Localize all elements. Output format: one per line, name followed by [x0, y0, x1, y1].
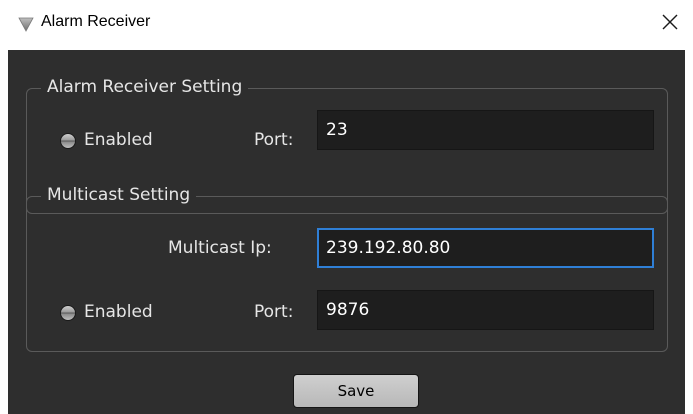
dialog-body: Alarm Receiver Setting Enabled Port: Mul… [8, 50, 685, 414]
multicast-ip-label: Multicast Ip: [168, 238, 272, 258]
alarm-receiver-group-title: Alarm Receiver Setting [41, 75, 249, 99]
save-button[interactable]: Save [293, 374, 419, 408]
alarm-receiver-enabled-indicator[interactable] [60, 133, 76, 149]
close-button[interactable] [647, 0, 693, 44]
alarm-receiver-window: Alarm Receiver Alarm Receiver Setting En… [0, 0, 693, 414]
window-title: Alarm Receiver [41, 13, 151, 30]
alarm-receiver-enabled-label: Enabled [84, 130, 153, 150]
multicast-port-input[interactable] [317, 290, 654, 330]
multicast-enabled-label: Enabled [84, 302, 153, 322]
multicast-port-label: Port: [254, 302, 294, 322]
alarm-receiver-port-input[interactable] [317, 110, 654, 150]
close-icon [662, 14, 678, 30]
multicast-ip-input[interactable] [317, 228, 654, 268]
title-bar: Alarm Receiver [0, 0, 693, 50]
multicast-enabled-indicator[interactable] [60, 305, 76, 321]
multicast-group-title: Multicast Setting [41, 183, 197, 207]
alarm-receiver-port-label: Port: [254, 130, 294, 150]
